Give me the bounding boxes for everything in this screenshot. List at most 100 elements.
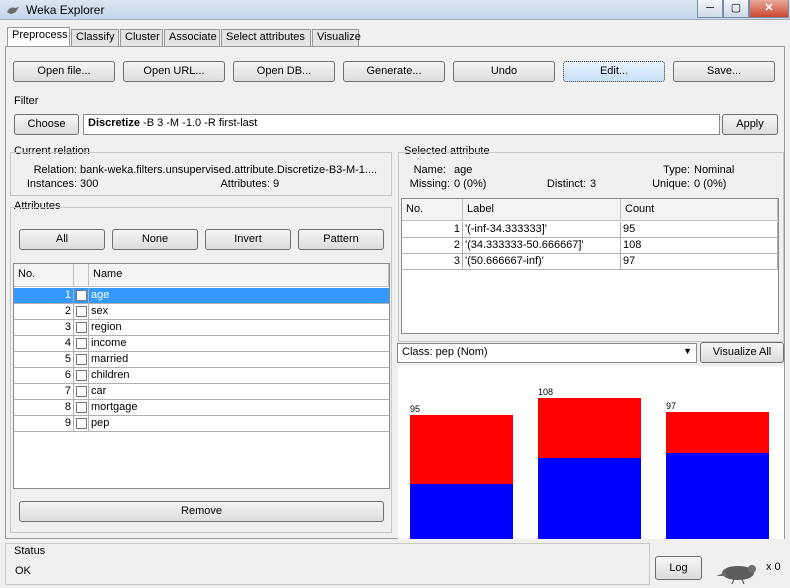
attribute-name: car (91, 385, 107, 397)
invert-selection-button[interactable]: Invert (205, 229, 291, 250)
column-header-no[interactable]: No. (14, 264, 74, 287)
attribute-select-cell (74, 384, 89, 400)
attribute-no: 8 (14, 400, 74, 416)
bar-segment (410, 484, 513, 539)
table-row[interactable]: 7 car (14, 384, 389, 400)
attr-missing-value: 0 (0%) (454, 178, 487, 190)
open-url-button[interactable]: Open URL... (123, 61, 225, 82)
remove-button[interactable]: Remove (19, 501, 384, 522)
column-header-label-no[interactable]: No. (402, 199, 463, 221)
attribute-name: pep (91, 417, 110, 429)
table-row[interactable]: 8 mortgage (14, 400, 389, 416)
undo-button[interactable]: Undo (453, 61, 555, 82)
tab-associate[interactable]: Associate (164, 29, 220, 46)
attribute-name: income (91, 337, 127, 349)
class-distribution-chart: 95 108 97 (398, 366, 784, 539)
attributes-count-label: Attributes: (220, 178, 270, 190)
attr-name-value: age (454, 164, 473, 176)
title-bar: Weka Explorer ─ ▢ ✕ (0, 0, 790, 20)
attribute-name: age (91, 289, 110, 301)
attribute-checkbox[interactable] (76, 402, 87, 413)
attribute-select-cell (74, 288, 89, 304)
table-row[interactable]: 3 '(50.666667-inf)' 97 (402, 254, 778, 270)
column-header-name[interactable]: Name (89, 264, 389, 287)
tab-visualize[interactable]: Visualize (312, 29, 361, 46)
label-count: 97 (621, 254, 778, 270)
status-text: OK (15, 565, 31, 577)
chevron-down-icon: ▼ (683, 346, 692, 356)
table-row[interactable]: 9 pep (14, 416, 389, 432)
attribute-select-cell (74, 368, 89, 384)
label-counts-table[interactable]: No. Label Count 1 '(-inf-34.333333]' 95 2 '(… (401, 198, 779, 334)
attribute-name: mortgage (91, 401, 138, 413)
attribute-name: sex (91, 305, 109, 317)
attributes-table-body: 1 age 2 sex 3 region 4 income 5 married 6 children 7… (14, 288, 389, 488)
table-row[interactable]: 6 children (14, 368, 389, 384)
column-header-label[interactable]: Label (463, 199, 621, 221)
attribute-checkbox[interactable] (76, 306, 87, 317)
generate-button[interactable]: Generate... (343, 61, 445, 82)
column-header-count[interactable]: Count (621, 199, 778, 221)
filter-args: -B 3 -M -1.0 -R first-last (139, 117, 258, 129)
tab-select-attributes[interactable]: Select attributes (221, 29, 311, 46)
filter-field[interactable]: Discretize -B 3 -M -1.0 -R first-last (83, 114, 720, 135)
relation-label: Relation: (33, 164, 77, 176)
filter-section-label: Filter (14, 95, 39, 107)
bar-total-label: 97 (666, 401, 677, 412)
table-row[interactable]: 3 region (14, 320, 389, 336)
table-row[interactable]: 1 age (14, 288, 389, 304)
table-row[interactable]: 4 income (14, 336, 389, 352)
attr-distinct-value: 3 (590, 178, 597, 190)
open-file-button[interactable]: Open file... (13, 61, 115, 82)
task-count: x 0 (766, 561, 781, 573)
attribute-checkbox[interactable] (76, 290, 87, 301)
choose-filter-button[interactable]: Choose (14, 114, 79, 135)
column-header-select[interactable] (74, 264, 89, 287)
attribute-no: 2 (14, 304, 74, 320)
apply-filter-button[interactable]: Apply (722, 114, 778, 135)
table-row[interactable]: 5 married (14, 352, 389, 368)
label-value: '(50.666667-inf)' (463, 254, 621, 270)
attribute-no: 7 (14, 384, 74, 400)
class-select[interactable]: Class: pep (Nom) ▼ (397, 343, 697, 363)
attr-distinct-label: Distinct: (546, 178, 586, 190)
attributes-table[interactable]: No. Name 1 age 2 sex 3 region 4 income 5 married 6… (13, 263, 390, 489)
open-db-button[interactable]: Open DB... (233, 61, 335, 82)
table-row[interactable]: 1 '(-inf-34.333333]' 95 (402, 222, 778, 238)
tab-preprocess[interactable]: Preprocess (7, 27, 70, 47)
tab-cluster[interactable]: Cluster (120, 29, 163, 46)
edit-button[interactable]: Edit... (563, 61, 665, 82)
select-none-button[interactable]: None (112, 229, 198, 250)
visualize-all-button[interactable]: Visualize All (700, 342, 784, 363)
attribute-select-cell (74, 416, 89, 432)
save-button[interactable]: Save... (673, 61, 775, 82)
attribute-no: 1 (14, 288, 74, 304)
instances-label: Instances: (26, 178, 77, 190)
close-button[interactable]: ✕ (749, 0, 789, 18)
minimize-button[interactable]: ─ (697, 0, 723, 18)
attribute-checkbox[interactable] (76, 354, 87, 365)
class-select-value: Class: pep (Nom) (402, 346, 488, 358)
table-row[interactable]: 2 '(34.333333-50.666667]' 108 (402, 238, 778, 254)
log-button[interactable]: Log (655, 556, 702, 580)
bar-total-label: 95 (410, 403, 421, 414)
filter-name: Discretize (88, 117, 140, 129)
attribute-checkbox[interactable] (76, 418, 87, 429)
attribute-checkbox[interactable] (76, 386, 87, 397)
maximize-button[interactable]: ▢ (723, 0, 749, 18)
label-value: '(34.333333-50.666667]' (463, 238, 621, 254)
attr-unique-label: Unique: (652, 178, 690, 190)
bar-segment (538, 458, 641, 539)
pattern-button[interactable]: Pattern (298, 229, 384, 250)
tab-classify[interactable]: Classify (71, 29, 119, 46)
select-all-button[interactable]: All (19, 229, 105, 250)
attribute-checkbox[interactable] (76, 322, 87, 333)
label-count: 108 (621, 238, 778, 254)
attribute-checkbox[interactable] (76, 370, 87, 381)
label-no: 3 (402, 254, 463, 270)
label-no: 1 (402, 222, 463, 238)
attribute-checkbox[interactable] (76, 338, 87, 349)
table-row[interactable]: 2 sex (14, 304, 389, 320)
attribute-select-cell (74, 400, 89, 416)
attribute-name: region (91, 321, 122, 333)
